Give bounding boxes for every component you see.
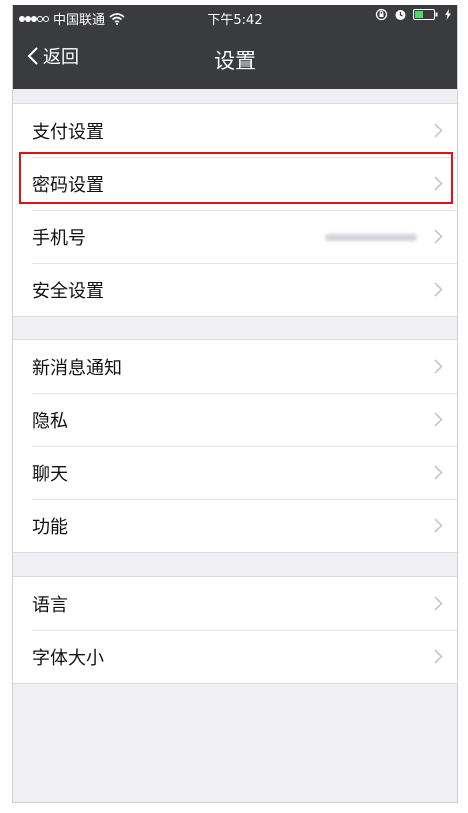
chevron-right-icon	[434, 123, 443, 138]
settings-item-language[interactable]: 语言	[13, 577, 457, 630]
phone-screen: 中国联通 下午5:42 返回 设置 支付设置 密码设置 手机号 安全设置 新消息…	[12, 5, 458, 803]
settings-item-label: 隐私	[32, 410, 68, 432]
alarm-icon	[395, 10, 406, 20]
settings-item-features[interactable]: 功能	[13, 499, 457, 552]
settings-item-label: 手机号	[32, 227, 86, 249]
chevron-right-icon	[434, 649, 443, 664]
settings-item-notifications[interactable]: 新消息通知	[13, 340, 457, 393]
battery-icon	[413, 9, 438, 20]
settings-item-privacy[interactable]: 隐私	[13, 393, 457, 446]
chevron-right-icon	[434, 412, 443, 427]
chevron-right-icon	[434, 596, 443, 611]
chevron-right-icon	[434, 176, 443, 191]
settings-item-label: 新消息通知	[32, 357, 122, 379]
settings-item-font-size[interactable]: 字体大小	[13, 630, 457, 683]
status-right	[375, 8, 451, 21]
settings-item-phone[interactable]: 手机号	[13, 210, 457, 263]
settings-item-label: 功能	[32, 516, 68, 538]
settings-item-password[interactable]: 密码设置	[13, 157, 457, 210]
charging-icon	[445, 9, 451, 20]
chevron-right-icon	[434, 465, 443, 480]
phone-number-blurred	[325, 234, 417, 241]
settings-item-label: 字体大小	[32, 647, 104, 669]
chevron-right-icon	[434, 359, 443, 374]
settings-group-account: 支付设置 密码设置 手机号 安全设置	[13, 103, 457, 317]
nav-bar: 返回 设置	[13, 29, 457, 89]
chevron-right-icon	[434, 229, 443, 244]
settings-item-label: 语言	[32, 594, 68, 616]
settings-group-display: 语言 字体大小	[13, 576, 457, 684]
status-bar: 中国联通 下午5:42	[13, 5, 457, 29]
settings-item-label: 支付设置	[32, 121, 104, 143]
settings-group-general: 新消息通知 隐私 聊天 功能	[13, 339, 457, 553]
settings-item-payment[interactable]: 支付设置	[13, 104, 457, 157]
rotation-lock-icon	[375, 8, 388, 21]
settings-item-label: 聊天	[32, 463, 68, 485]
chevron-right-icon	[434, 518, 443, 533]
settings-item-label: 安全设置	[32, 280, 104, 302]
settings-item-security[interactable]: 安全设置	[13, 263, 457, 316]
settings-item-chat[interactable]: 聊天	[13, 446, 457, 499]
chevron-right-icon	[434, 282, 443, 297]
settings-item-label: 密码设置	[32, 174, 104, 196]
page-title: 设置	[214, 49, 256, 73]
